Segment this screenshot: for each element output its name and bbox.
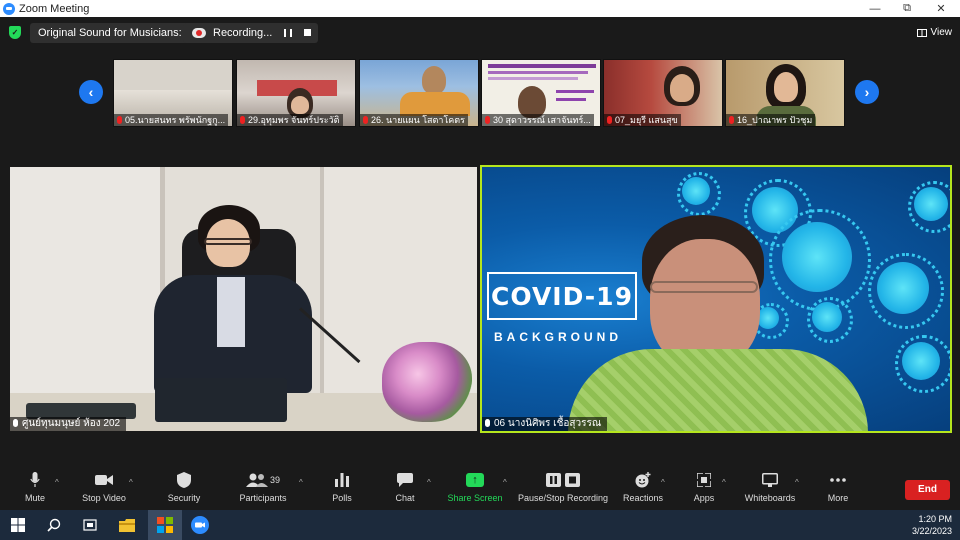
clock-date: 3/22/2023 (911, 526, 952, 536)
muted-mic-icon (117, 116, 122, 124)
virus-graphic (676, 171, 722, 217)
recording-label: Recording... (213, 27, 273, 39)
participant-thumbnail[interactable]: 16_ปาณาพร ปัวชุม (725, 59, 845, 127)
pause-recording-icon[interactable] (284, 29, 292, 37)
chat-bubble-icon (397, 470, 413, 490)
participant-thumbnail[interactable]: 30 สุดาวรรณ์ เสาจันทร์... (481, 59, 601, 127)
pause-stop-icon (546, 470, 580, 490)
end-meeting-button[interactable]: End (905, 480, 950, 500)
mute-options-chevron-icon[interactable]: ^ (55, 478, 59, 487)
apps-icon (697, 470, 711, 490)
search-icon[interactable] (44, 515, 64, 535)
windows-taskbar: 1:20 PM 3/22/2023 (0, 510, 960, 540)
video-options-chevron-icon[interactable]: ^ (129, 478, 133, 487)
muted-mic-icon (485, 116, 490, 124)
share-screen-button[interactable]: ↑ Share Screen (447, 470, 503, 508)
virus-graphic (907, 180, 950, 234)
zoom-taskbar-icon[interactable] (190, 515, 210, 535)
task-view-icon[interactable] (80, 515, 100, 535)
tile-name-left: ศูนย์ทุนมนุษย์ ห้อง 202 (10, 417, 127, 431)
participant-thumbnail[interactable]: 26. นายแผน โสตาโคตร (359, 59, 479, 127)
grid-view-icon (916, 28, 927, 37)
zoom-logo-icon (3, 2, 15, 15)
virus-graphic (769, 209, 871, 311)
video-tile-room-202[interactable]: ศูนย์ทุนมนุษย์ ห้อง 202 (10, 167, 477, 431)
share-options-chevron-icon[interactable]: ^ (503, 478, 507, 487)
participants-icon: 39 (245, 470, 280, 490)
maximize-button[interactable]: ⧉ (890, 0, 924, 17)
whiteboards-button[interactable]: Whiteboards (742, 470, 798, 508)
reactions-button[interactable]: Reactions (622, 470, 664, 508)
thumbnail-name: 07_มยุรี แสนสุข (604, 114, 681, 126)
shield-icon (177, 470, 191, 490)
virus-graphic (895, 335, 950, 393)
stop-recording-icon[interactable] (304, 29, 311, 36)
system-clock[interactable]: 1:20 PM 3/22/2023 (912, 513, 952, 537)
covid-title: COVID-19 (487, 272, 637, 320)
whiteboard-icon (762, 470, 778, 490)
view-label: View (930, 27, 953, 38)
participant-thumbnail[interactable]: 29.อุทุมพร จันทร์ประวัติ (236, 59, 356, 127)
window-titlebar: Zoom Meeting — ⧉ ✕ (0, 0, 960, 17)
security-button[interactable]: Security (166, 470, 202, 508)
windows-start-icon[interactable] (8, 515, 28, 535)
security-shield-icon[interactable]: ✓ (9, 26, 21, 39)
mic-icon (13, 419, 18, 427)
muted-mic-icon (729, 116, 734, 124)
video-camera-icon (95, 470, 113, 490)
original-sound-button[interactable]: Original Sound for Musicians: Off (30, 23, 208, 43)
more-button[interactable]: More (824, 470, 852, 508)
thumbnail-name: 26. นายแผน โสตาโคตร (360, 114, 468, 126)
meeting-toolbar: Mute ^ Stop Video ^ Security 39 Particip… (0, 466, 960, 510)
thumbnail-name: 16_ปาณาพร ปัวชุม (726, 114, 816, 126)
virus-graphic (806, 296, 854, 344)
covid-subtitle: BACKGROUND (494, 330, 622, 344)
virus-graphic (867, 252, 945, 330)
gallery-prev-button[interactable]: ‹ (79, 80, 103, 104)
emoji-icon (635, 470, 651, 490)
participant-thumbnail[interactable]: 07_มยุรี แสนสุข (603, 59, 723, 127)
mic-icon (485, 419, 490, 427)
view-button[interactable]: View (916, 27, 953, 38)
bar-chart-icon (335, 470, 349, 490)
participants-options-chevron-icon[interactable]: ^ (299, 478, 303, 487)
share-screen-icon: ↑ (466, 470, 484, 490)
chat-button[interactable]: Chat (392, 470, 418, 508)
reactions-options-chevron-icon[interactable]: ^ (661, 478, 665, 487)
apps-options-chevron-icon[interactable]: ^ (722, 478, 726, 487)
cloud-recording-icon (192, 28, 206, 38)
more-dots-icon (830, 470, 846, 490)
thumbnail-name: 29.อุทุมพร จันทร์ประวัติ (237, 114, 343, 126)
participant-thumbnail[interactable]: 05.นายสนทร พรัพนักฐกู... (113, 59, 233, 127)
minimize-button[interactable]: — (858, 0, 892, 17)
microphone-icon (30, 470, 40, 490)
active-app-icon[interactable] (148, 510, 182, 540)
close-button[interactable]: ✕ (924, 0, 958, 17)
polls-button[interactable]: Polls (329, 470, 355, 508)
gallery-next-button[interactable]: › (855, 80, 879, 104)
recording-indicator: Recording... (183, 23, 318, 43)
muted-mic-icon (363, 116, 368, 124)
virus-graphic (753, 303, 789, 339)
chat-options-chevron-icon[interactable]: ^ (427, 478, 431, 487)
tile-name-right: 06 นางนิศิพร เชื้อสุวรรณ (482, 417, 608, 431)
whiteboards-options-chevron-icon[interactable]: ^ (795, 478, 799, 487)
apps-button[interactable]: Apps (691, 470, 717, 508)
thumbnail-name: 05.นายสนทร พรัพนักฐกู... (114, 114, 229, 126)
thumbnail-name: 30 สุดาวรรณ์ เสาจันทร์... (482, 114, 594, 126)
pause-stop-recording-button[interactable]: Pause/Stop Recording (518, 470, 608, 508)
clock-time: 1:20 PM (918, 514, 952, 524)
window-title: Zoom Meeting (19, 2, 90, 15)
file-explorer-icon[interactable] (117, 515, 137, 535)
participants-button[interactable]: 39 Participants (238, 470, 288, 508)
video-tile-active-speaker[interactable]: COVID-19 BACKGROUND 06 นางนิศิพร เชื้อสุ… (480, 165, 952, 433)
stop-video-button[interactable]: Stop Video (80, 470, 128, 508)
participants-count: 39 (269, 475, 280, 485)
muted-mic-icon (607, 116, 612, 124)
muted-mic-icon (240, 116, 245, 124)
mute-button[interactable]: Mute (22, 470, 48, 508)
meeting-topbar: ✓ Original Sound for Musicians: Off Reco… (0, 17, 960, 47)
